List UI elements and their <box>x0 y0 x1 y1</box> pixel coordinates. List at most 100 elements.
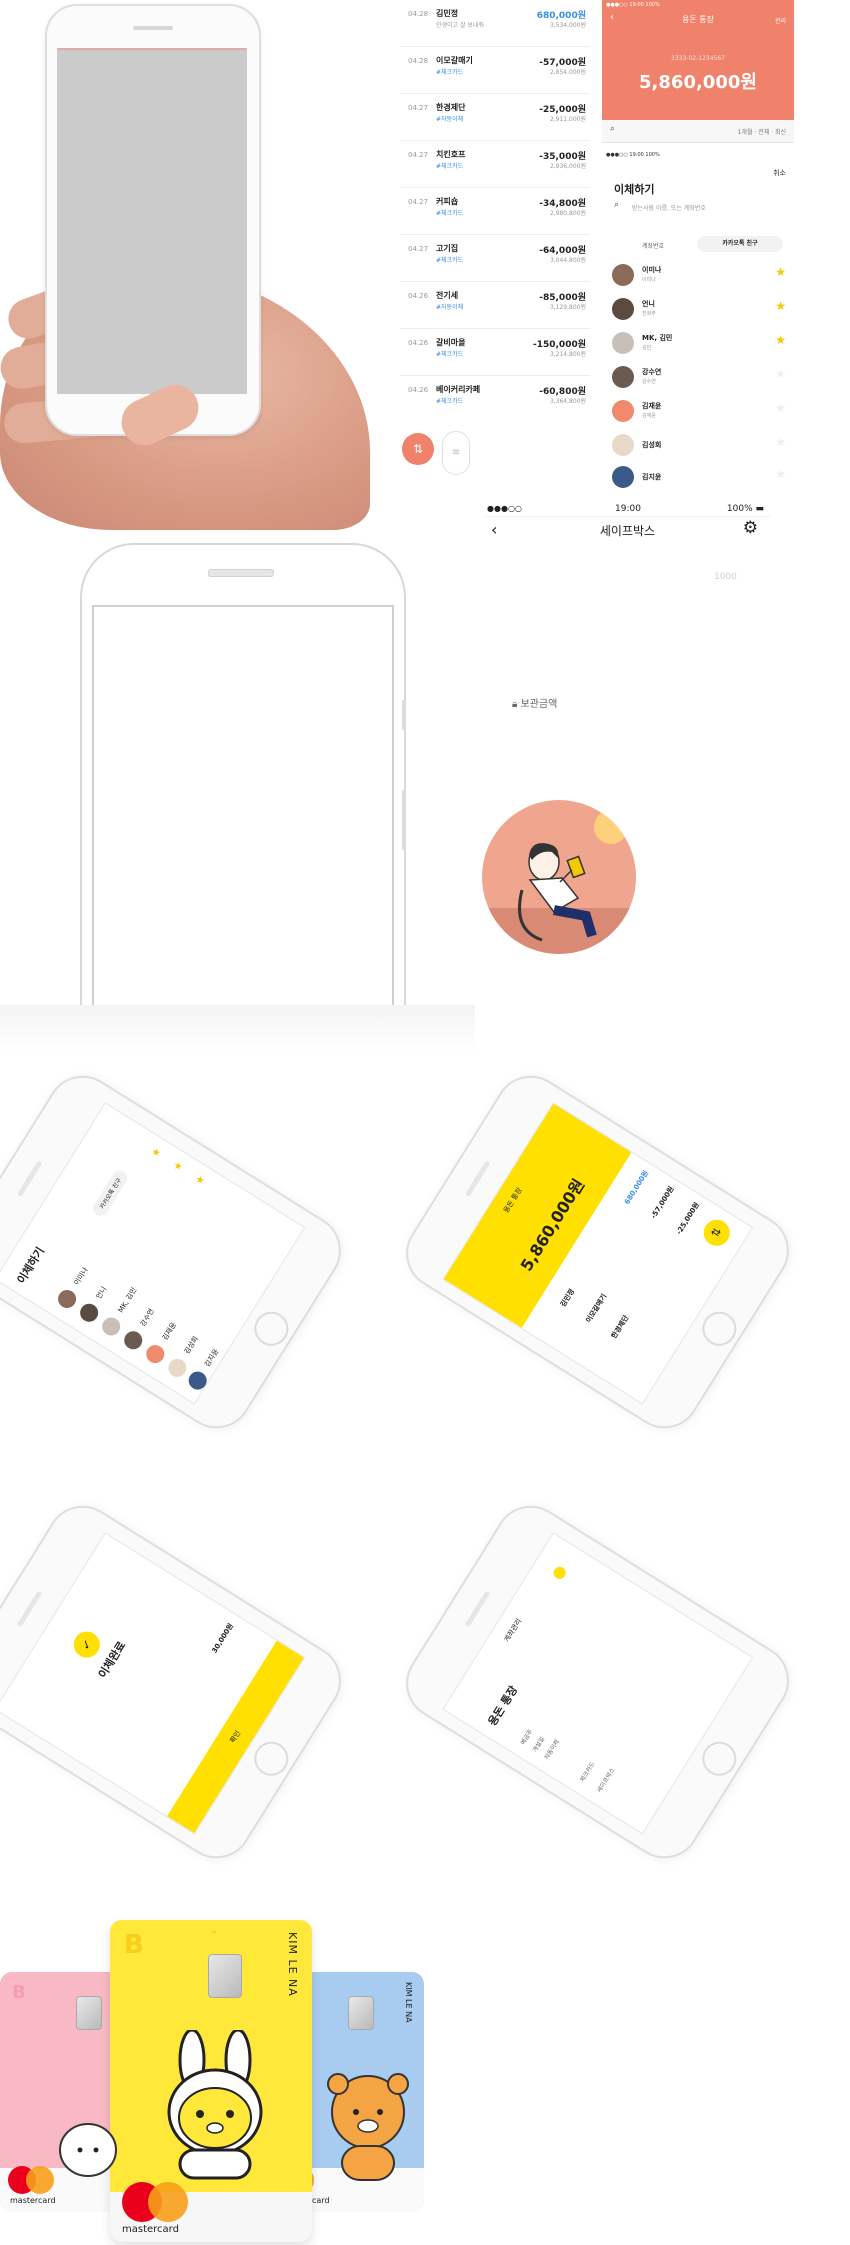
star-icon[interactable]: ★ <box>775 333 786 347</box>
tx-row[interactable]: 04.27 고기집 #체크카드 -64,000원 3,044,800원 <box>400 235 590 282</box>
transfer-fab-button[interactable]: ⇅ <box>402 433 434 465</box>
tx-tag: #체크카드 <box>436 163 464 170</box>
avatar <box>164 1355 190 1381</box>
contact-sub: 김민 <box>642 345 652 351</box>
contact-row[interactable]: 김재윤 김재윤 ★ <box>610 396 790 428</box>
chip-icon <box>208 1954 242 1998</box>
phone-speaker <box>16 1590 43 1628</box>
tx-balance: 2,980,800원 <box>549 210 586 217</box>
tx-row[interactable]: 04.28 이모갈매기 #체크카드 -57,000원 2,854,000원 <box>400 47 590 94</box>
transfer-fab-button[interactable]: ⇅ <box>698 1214 735 1251</box>
contact-row[interactable]: MK, 김민 김민 ★ <box>610 328 790 360</box>
home-button <box>695 1735 743 1783</box>
tab-kakao-friends[interactable]: 카카오톡 친구 <box>90 1167 131 1219</box>
amount-hint: 1000 <box>714 572 737 582</box>
tx-date: 04.27 <box>408 198 429 206</box>
star-icon[interactable]: ★ <box>775 435 786 449</box>
lock-icon: 🔒︎ <box>512 699 518 710</box>
star-icon[interactable]: ★ <box>150 1146 164 1159</box>
status-time: 19:00 <box>615 504 641 514</box>
contact-name: 김재윤 <box>642 402 662 410</box>
tx-row[interactable]: 04.26 전기세 #자동이체 -85,000원 3,129,800원 <box>400 282 590 329</box>
avatar <box>612 264 634 286</box>
contact-name: 김재윤 <box>160 1321 178 1342</box>
tx-tag: #체크카드 <box>436 351 464 358</box>
menu-button[interactable]: ≡ <box>442 431 470 475</box>
confirm-button[interactable]: 확인 <box>167 1640 304 1834</box>
tx-name: 한경제단 <box>436 103 466 112</box>
phone-speaker <box>133 26 173 30</box>
status-bar: ●●●○○ ︎19:00 100% <box>606 2 660 8</box>
person-illustration <box>518 843 597 942</box>
contact-row[interactable]: 언니 친화주 ★ <box>610 294 790 326</box>
tx-tag: #자동이체 <box>436 304 464 311</box>
tx-tag: #체크카드 <box>436 257 464 264</box>
contact-name: 이미나 <box>642 266 662 274</box>
tx-date: 04.27 <box>408 151 429 159</box>
phone-speaker <box>464 1590 491 1628</box>
avatar <box>612 466 634 488</box>
tx-row[interactable]: 04.27 커피숍 #체크카드 -34,800원 2,980,800원 <box>400 188 590 235</box>
tx-row[interactable]: 04.26 갈비마을 #체크카드 -150,000원 3,214,800원 <box>400 329 590 376</box>
chip-icon <box>348 1996 374 2030</box>
star-icon[interactable]: ★ <box>775 367 786 381</box>
tx-balance: 2,854,000원 <box>549 69 586 76</box>
contact-name: 강수연 <box>642 368 662 376</box>
cancel-button[interactable]: 취소 <box>773 168 786 178</box>
avatar <box>120 1327 146 1353</box>
star-icon[interactable]: ★ <box>775 299 786 313</box>
menu-icon: ≡ <box>451 447 461 458</box>
apeach-character <box>59 2123 117 2177</box>
contact-name: 강수연 <box>138 1307 156 1329</box>
contact-row[interactable]: 김성희 ★ <box>610 430 790 462</box>
card-brand: mastercard <box>10 2196 56 2205</box>
contact-row[interactable]: 강수연 강수연 ★ <box>610 362 790 394</box>
mastercard-logo <box>122 2182 188 2222</box>
tx-balance: 2,936,000원 <box>549 163 586 170</box>
star-icon[interactable]: ★ <box>775 467 786 481</box>
tx-name: 갈비마을 <box>436 338 466 347</box>
star-icon[interactable]: ★ <box>172 1160 186 1173</box>
avatar <box>612 434 634 456</box>
mockup-title: 이체하기 <box>14 1244 48 1287</box>
muzi-character <box>167 2030 263 2180</box>
contact-name: 김지윤 <box>203 1347 221 1369</box>
search-icon[interactable]: ⌕ <box>610 124 615 134</box>
contact-name: 언니 <box>94 1285 109 1301</box>
tx-row[interactable]: 04.27 한경제단 #자동이체 -25,000원 2,911,000원 <box>400 94 590 141</box>
phone-screen <box>92 605 394 1009</box>
contact-row[interactable]: 김지윤 ★ <box>610 462 790 494</box>
tx-balance: 3,129,800원 <box>549 304 586 311</box>
tab-kakao-friends[interactable]: 카카오톡 친구 <box>697 236 783 252</box>
tx-memo: 인생이고 잘 보내줘 <box>436 22 484 29</box>
tx-row[interactable]: 04.27 치킨호프 #체크카드 -35,000원 2,936,000원 <box>400 141 590 188</box>
filter-dropdown[interactable]: 1개월 · 전체 · 최신 <box>738 127 786 136</box>
search-placeholder: 받는사람 이름, 또는 계좌번호 <box>632 205 706 212</box>
mockup-screen: 용돈 통장 5,860,000원 김민정 680,000원 이모갈매기 -57,… <box>442 1102 754 1405</box>
avatar <box>76 1300 102 1326</box>
account-filter-bar: ⌕ 1개월 · 전체 · 최신 <box>602 120 794 143</box>
card-holder-name: KIM LE NA <box>286 1932 299 1997</box>
safebox-label: 🔒︎ 보관금액 <box>512 699 558 710</box>
star-icon[interactable]: ★ <box>194 1174 208 1187</box>
mockup-screen: ✓ 이체완료 30,000원 확인 <box>0 1532 306 1835</box>
search-field[interactable]: ⌕ 받는사람 이름, 또는 계좌번호 <box>612 198 782 216</box>
phone-speaker <box>16 1160 43 1198</box>
avatar <box>612 298 634 320</box>
tx-amount: -57,000원 <box>649 1185 676 1221</box>
manage-button[interactable]: 관리 <box>775 16 786 25</box>
tx-row[interactable]: 04.26 베이커리카페 #체크카드 -60,800원 3,364,800원 <box>400 376 590 422</box>
tab-account-number[interactable]: 계좌번호 <box>642 241 664 250</box>
contact-name: 김지윤 <box>642 473 662 481</box>
side-button <box>402 790 406 850</box>
contact-row[interactable]: 이미나 이미나 ★ <box>610 260 790 292</box>
tx-balance: 3,214,800원 <box>549 351 586 358</box>
star-icon[interactable]: ★ <box>775 265 786 279</box>
gear-icon[interactable]: ⚙ <box>743 518 758 538</box>
account-number: 3333-02-1234567 <box>671 55 725 62</box>
avatar <box>54 1286 80 1312</box>
mockup-title: 용돈 통장 <box>485 1683 521 1729</box>
tx-name: 한경제단 <box>609 1313 631 1341</box>
star-icon[interactable]: ★ <box>775 401 786 415</box>
avatar <box>185 1368 211 1393</box>
